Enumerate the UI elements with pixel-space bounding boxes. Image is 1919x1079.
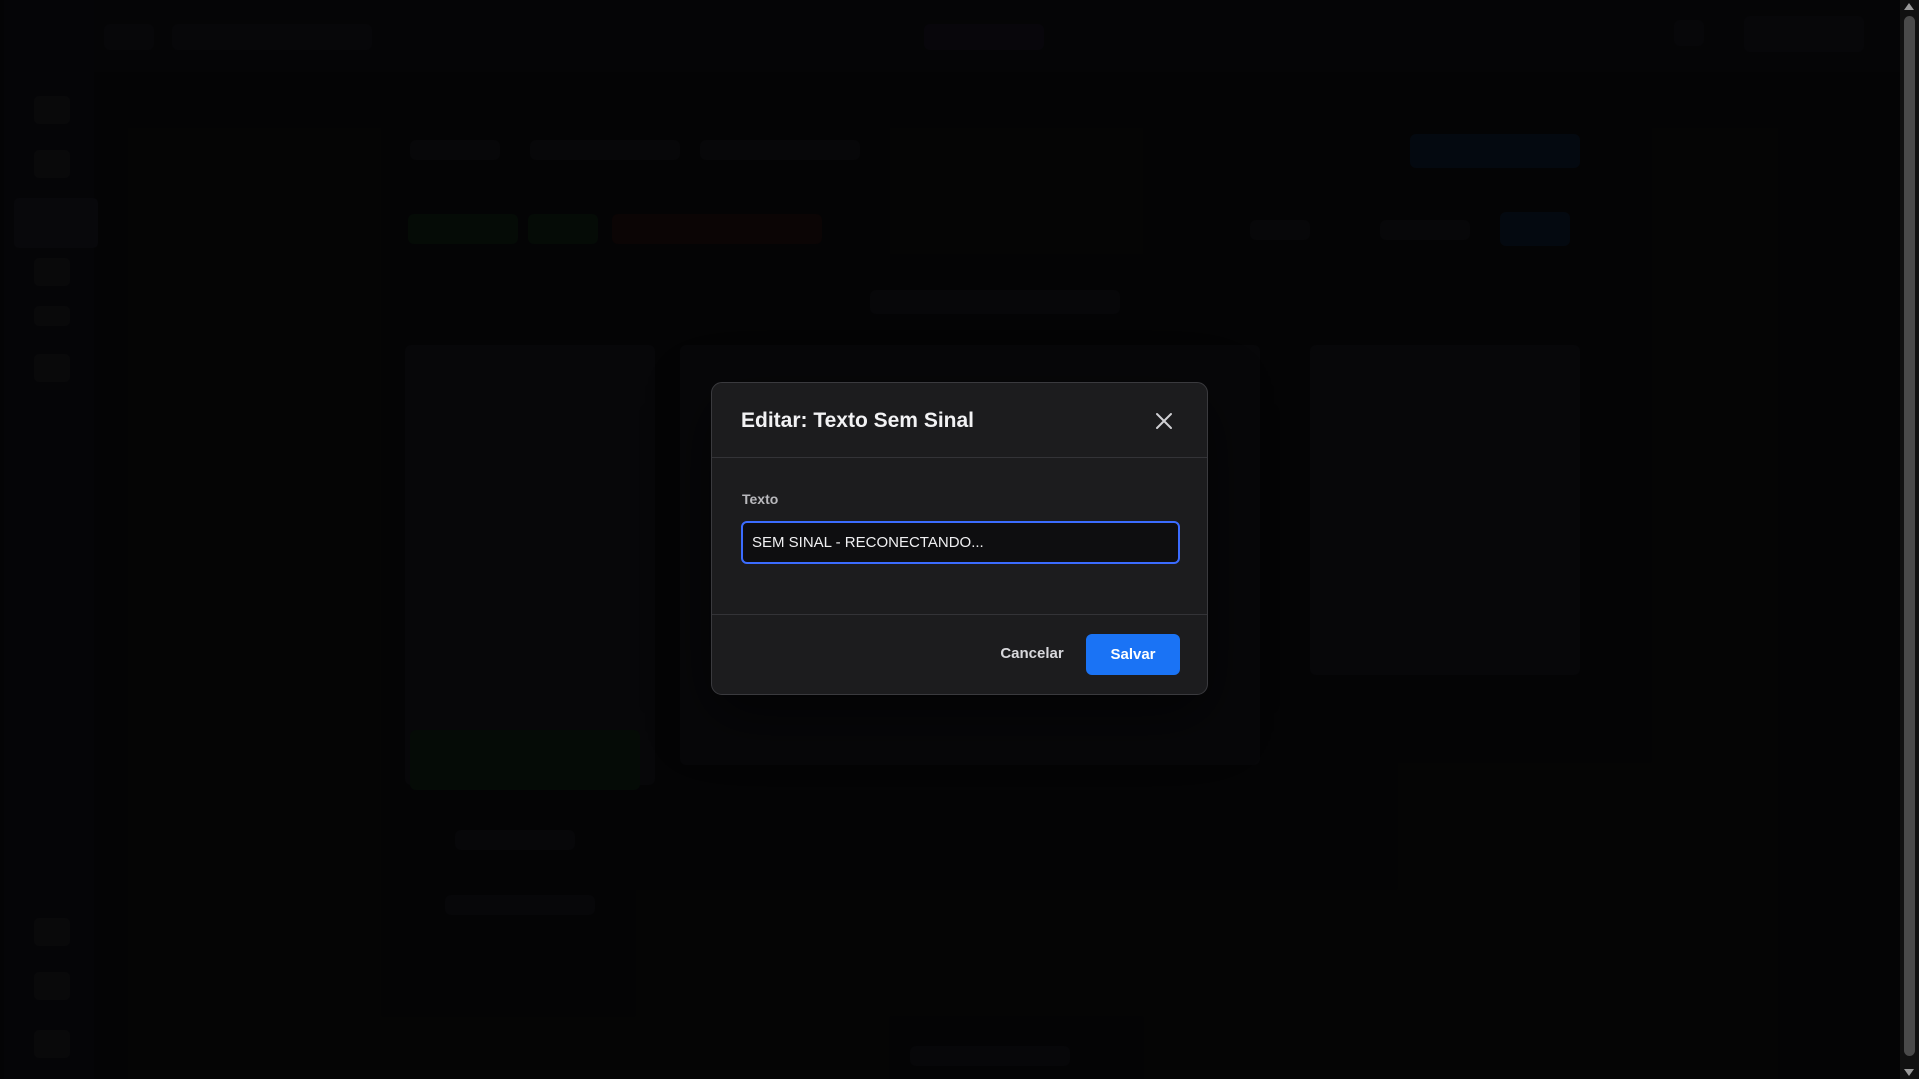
text-input[interactable] xyxy=(741,521,1180,564)
modal-header: Editar: Texto Sem Sinal xyxy=(712,383,1207,458)
close-icon xyxy=(1156,413,1172,429)
scroll-down-icon[interactable] xyxy=(1904,1069,1914,1076)
scrollbar-thumb[interactable] xyxy=(1904,16,1915,1056)
modal-footer: Cancelar Salvar xyxy=(712,614,1207,696)
cancel-button[interactable]: Cancelar xyxy=(980,633,1084,673)
close-button[interactable] xyxy=(1149,406,1179,436)
modal-title: Editar: Texto Sem Sinal xyxy=(741,409,974,432)
scroll-up-icon[interactable] xyxy=(1904,3,1914,10)
scrollbar[interactable] xyxy=(1900,0,1919,1079)
text-field-label: Texto xyxy=(742,491,779,507)
edit-text-modal: Editar: Texto Sem Sinal Texto Cancelar S… xyxy=(711,382,1208,695)
save-button[interactable]: Salvar xyxy=(1086,634,1180,675)
